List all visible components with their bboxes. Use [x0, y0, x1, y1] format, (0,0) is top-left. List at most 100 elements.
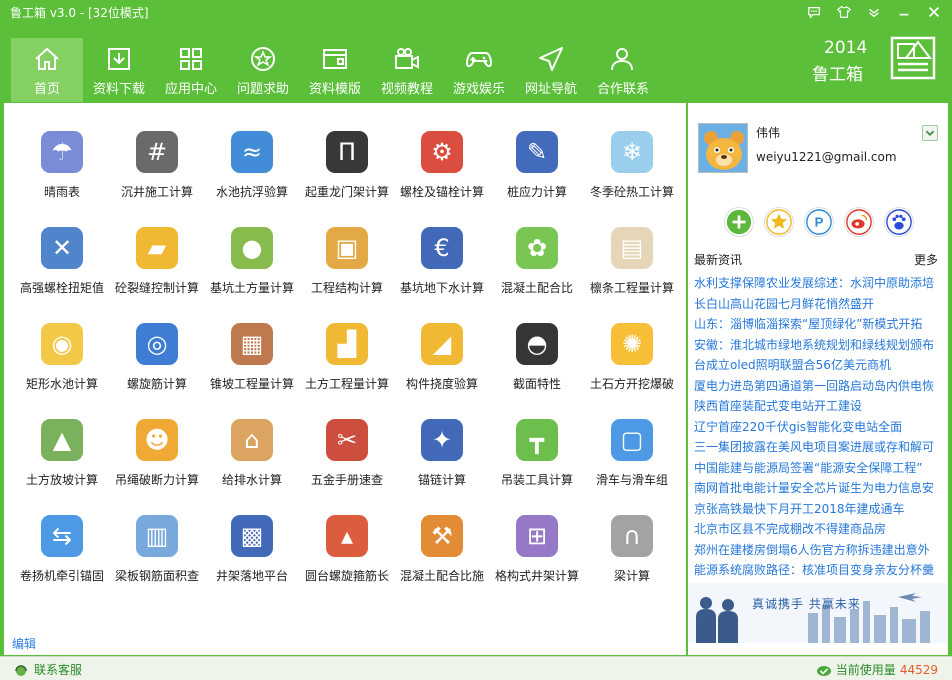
news-item[interactable]: 中国能建与能源局签署“能源安全保障工程” — [694, 458, 938, 479]
svg-text:▤: ▤ — [621, 234, 644, 262]
status-bar: 联系客服 当前使用量 44529 — [0, 656, 952, 680]
nav-navigation[interactable]: 网址导航 — [515, 38, 587, 102]
hash-icon: # — [136, 131, 178, 173]
tool-wrench[interactable]: ✕ 高强螺栓扭矩值 — [14, 199, 110, 295]
tool-pool[interactable]: ≈ 水池抗浮验算 — [204, 103, 300, 199]
user-menu-button[interactable] — [922, 125, 938, 141]
lattice-icon: ⊞ — [516, 515, 558, 557]
svg-text:Π: Π — [338, 138, 356, 166]
nav-video[interactable]: 视频教程 — [371, 38, 443, 102]
app-window: 鲁工箱 v3.0 - [32位模式] 首页 资料下载 应用中心 问题求助 资料模… — [0, 0, 952, 680]
news-item[interactable]: 辽宁首座220千伏gis智能化变电站全面 — [694, 417, 938, 438]
tool-tools[interactable]: ✂ 五金手册速查 — [299, 391, 395, 487]
tool-building[interactable]: ▦ 锥坡工程量计算 — [204, 295, 300, 391]
svg-text:▟: ▟ — [337, 329, 357, 358]
usage-info: 当前使用量 44529 — [816, 661, 938, 678]
news-more-link[interactable]: 更多 — [914, 251, 938, 268]
tool-excavator[interactable]: ◢ 构件挠度验算 — [394, 295, 490, 391]
tool-bolt[interactable]: ⚙ 螺栓及锚栓计算 — [394, 103, 490, 199]
tool-arch[interactable]: ∩ 梁计算 — [584, 487, 680, 583]
tool-compass[interactable]: ✦ 锚链计算 — [394, 391, 490, 487]
news-item[interactable]: 郑州在建楼房倒塌6人伤官方称拆违建出意外 — [694, 540, 938, 561]
tool-label: 卷扬机牵引锚固 — [19, 569, 104, 583]
tool-cone[interactable]: ▴ 圆台螺旋箍筋长 — [299, 487, 395, 583]
news-item[interactable]: 三一集团披露在美风电项目案进展或存和解可 — [694, 437, 938, 458]
nav-help[interactable]: 问题求助 — [227, 38, 299, 102]
tool-winch[interactable]: ⇆ 卷扬机牵引锚固 — [14, 487, 110, 583]
tool-planet[interactable]: ● 基坑土方量计算 — [204, 199, 300, 295]
nav-templates[interactable]: 资料模版 — [299, 38, 371, 102]
news-item[interactable]: 陕西首座装配式变电站开工建设 — [694, 396, 938, 417]
tool-weather[interactable]: ☂ 晴雨表 — [14, 103, 110, 199]
tool-house[interactable]: ⌂ 给排水计算 — [204, 391, 300, 487]
news-item[interactable]: 厦电力进岛第四通道第一回路启动岛内供电恢 — [694, 376, 938, 397]
tool-landscape[interactable]: ▲ 土方放坡计算 — [14, 391, 110, 487]
help-icon — [251, 47, 275, 71]
tool-worker[interactable]: ☻ 吊绳破断力计算 — [109, 391, 205, 487]
news-item[interactable]: 京张高铁最快下月开工2018年建成通车 — [694, 499, 938, 520]
feedback-icon[interactable] — [802, 2, 826, 22]
customer-service-link[interactable]: 联系客服 — [14, 661, 82, 678]
tool-device[interactable]: ▢ 滑车与滑车组 — [584, 391, 680, 487]
tool-bulldozer[interactable]: ▰ 砼裂缝控制计算 — [109, 199, 205, 295]
tool-globe[interactable]: ◉ 矩形水池计算 — [14, 295, 110, 391]
menu-icon[interactable] — [862, 2, 886, 22]
news-item[interactable]: 水利支撑保障农业发展综述：水润中原助添培 — [694, 273, 938, 294]
nav-label: 问题求助 — [236, 82, 289, 97]
weibo-button[interactable] — [844, 207, 874, 237]
news-item[interactable]: 台成立oled照明联盟合56亿美元商机 — [694, 355, 938, 376]
tool-toolbox[interactable]: ▣ 工程结构计算 — [299, 199, 395, 295]
nav-contact[interactable]: 合作联系 — [587, 38, 659, 102]
news-item[interactable]: 山东：淄博临淄探索“屋顶绿化”新模式开拓 — [694, 314, 938, 335]
svg-text:✺: ✺ — [622, 330, 642, 358]
tool-label: 格构式井架计算 — [494, 569, 579, 583]
news-item[interactable]: 能源系统腐败路径：核准项目变身亲友分杯羹 — [694, 560, 938, 581]
baidu-button[interactable] — [884, 207, 914, 237]
svg-text:⚒: ⚒ — [431, 522, 453, 550]
tool-crane[interactable]: ┳ 吊装工具计算 — [489, 391, 585, 487]
avatar[interactable] — [698, 123, 748, 173]
tool-euro[interactable]: € 基坑地下水计算 — [394, 199, 490, 295]
toolbox-icon: ▣ — [326, 227, 368, 269]
euro-icon: € — [421, 227, 463, 269]
tool-snowflake[interactable]: ❄ 冬季砼热工计算 — [584, 103, 680, 199]
tool-table[interactable]: ▥ 梁板钢筋面积查 — [109, 487, 205, 583]
edit-link[interactable]: 编辑 — [12, 635, 36, 652]
nav-home[interactable]: 首页 — [11, 38, 83, 102]
tool-lattice[interactable]: ⊞ 格构式井架计算 — [489, 487, 585, 583]
tool-flower[interactable]: ✿ 混凝土配合比 — [489, 199, 585, 295]
nav-apps[interactable]: 应用中心 — [155, 38, 227, 102]
tool-hammer[interactable]: ⚒ 混凝土配合比施 — [394, 487, 490, 583]
tool-helmet[interactable]: ◓ 截面特性 — [489, 295, 585, 391]
hammer-icon: ⚒ — [421, 515, 463, 557]
news-item[interactable]: 安徽：淮北城市绿地系统规划和绿线规划颁布 — [694, 335, 938, 356]
svg-text:▣: ▣ — [336, 234, 359, 262]
gamepad-icon — [465, 52, 493, 68]
news-title: 最新资讯 — [694, 253, 743, 267]
add-button[interactable] — [724, 207, 754, 237]
nav-download[interactable]: 资料下载 — [83, 38, 155, 102]
tool-loader[interactable]: ▟ 土方工程量计算 — [299, 295, 395, 391]
svg-text:▥: ▥ — [146, 522, 169, 550]
tool-spiral[interactable]: ◎ 螺旋筋计算 — [109, 295, 205, 391]
news-item[interactable]: 长白山高山花园七月鲜花悄然盛开 — [694, 294, 938, 315]
nav-games[interactable]: 游戏娱乐 — [443, 38, 515, 102]
tool-label: 基坑地下水计算 — [399, 281, 484, 295]
tools-icon: ✂ — [326, 419, 368, 461]
tool-gantry[interactable]: Π 起重龙门架计算 — [299, 103, 395, 199]
news-item[interactable]: 南网首批电能计量安全芯片诞生为电力信息安 — [694, 478, 938, 499]
p-button[interactable]: P — [804, 207, 834, 237]
news-item[interactable]: 北京市区县不完成棚改不得建商品房 — [694, 519, 938, 540]
skin-icon[interactable] — [832, 2, 856, 22]
svg-text:✂: ✂ — [337, 426, 357, 454]
close-icon[interactable] — [922, 2, 946, 22]
tool-platform[interactable]: ▩ 井架落地平台 — [204, 487, 300, 583]
customer-service-label: 联系客服 — [34, 663, 83, 677]
minimize-icon[interactable] — [892, 2, 916, 22]
winch-icon: ⇆ — [41, 515, 83, 557]
tool-hash[interactable]: # 沉井施工计算 — [109, 103, 205, 199]
favorite-button[interactable] — [764, 207, 794, 237]
tool-pile[interactable]: ✎ 桩应力计算 — [489, 103, 585, 199]
tool-spark[interactable]: ✺ 土石方开挖爆破 — [584, 295, 680, 391]
tool-scroll[interactable]: ▤ 檩条工程量计算 — [584, 199, 680, 295]
